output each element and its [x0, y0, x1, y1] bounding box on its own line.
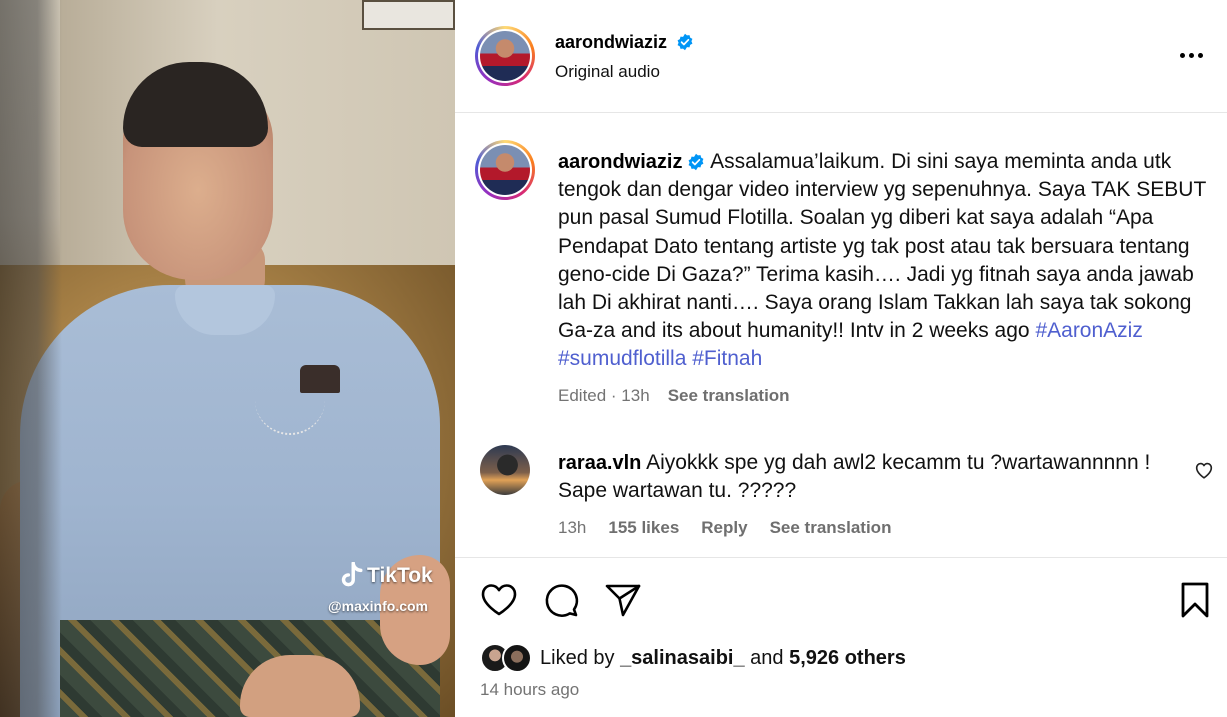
comment-likes-count[interactable]: 155 likes [608, 518, 679, 538]
commenter-username[interactable]: raraa.vln [558, 452, 641, 474]
hashtag-aaronaziz[interactable]: #AaronAziz [1035, 319, 1142, 342]
liked-by-user[interactable]: _salinasaibi_ [620, 647, 745, 670]
edited-time: Edited · 13h [558, 386, 650, 405]
comment-body: Aiyokkk spe yg dah awl2 kecamm tu ?warta… [558, 451, 1151, 502]
post-actions: Liked by _salinasaibi_ and 5,926 others … [455, 557, 1227, 717]
liked-by-and: and [750, 646, 784, 669]
like-heart-icon[interactable] [479, 580, 519, 620]
pocket-square [300, 365, 340, 393]
author-name-row: aarondwiaziz [555, 32, 694, 53]
comment-text: raraa.vln Aiyokkk spe yg dah awl2 kecamm… [558, 449, 1178, 505]
post-timestamp: 14 hours ago [480, 680, 580, 699]
more-options-icon[interactable] [1175, 40, 1207, 70]
tiktok-watermark: TikTok [337, 562, 433, 590]
post-media[interactable]: TikTok @maxinfo.com [0, 0, 455, 717]
post-sidebar: aarondwiaziz Original audio aarondwiaziz… [455, 0, 1227, 717]
hashtag-fitnah[interactable]: #Fitnah [692, 347, 762, 370]
caption-see-translation-link[interactable]: See translation [668, 386, 790, 406]
liker-avatar[interactable] [502, 643, 532, 673]
caption-body: Assalamua’laikum. Di sini saya meminta a… [558, 150, 1206, 343]
save-bookmark-icon[interactable] [1175, 580, 1215, 620]
verified-badge-icon [689, 153, 704, 171]
audio-label[interactable]: Original audio [555, 62, 660, 82]
hashtag-sumudflotilla[interactable]: #sumudflotilla [558, 347, 686, 370]
caption-text: aarondwiaziz Assalamua’laikum. Di sini s… [558, 148, 1223, 374]
comment-bubble-icon[interactable] [541, 580, 581, 620]
likes-count[interactable]: 5,926 others [789, 647, 906, 670]
media-shadow [0, 0, 62, 717]
wall-frame [362, 0, 455, 30]
author-avatar[interactable] [475, 26, 535, 86]
verified-badge-icon [678, 33, 693, 51]
post-header: aarondwiaziz Original audio [455, 0, 1227, 113]
caption-author-avatar[interactable] [475, 140, 535, 200]
comment-like-heart-icon[interactable] [1193, 459, 1215, 481]
tiktok-handle: @maxinfo.com [328, 598, 429, 614]
liked-by-row: Liked by _salinasaibi_ and 5,926 others [480, 643, 906, 673]
caption-meta: Edited · 13h See translation [558, 386, 790, 406]
share-send-icon[interactable] [603, 580, 643, 620]
caption-username[interactable]: aarondwiaziz [558, 151, 682, 173]
comment-see-translation-link[interactable]: See translation [770, 518, 892, 538]
comment-time: 13h [558, 518, 587, 537]
author-username[interactable]: aarondwiaziz [555, 32, 667, 52]
tiktok-brand-label: TikTok [367, 564, 433, 587]
commenter-avatar[interactable] [480, 445, 530, 495]
liked-by-prefix: Liked by [540, 646, 615, 669]
comment-reply-button[interactable]: Reply [701, 518, 747, 538]
comment-meta: 13h 155 likes Reply See translation [558, 518, 891, 538]
tiktok-icon [341, 562, 363, 587]
